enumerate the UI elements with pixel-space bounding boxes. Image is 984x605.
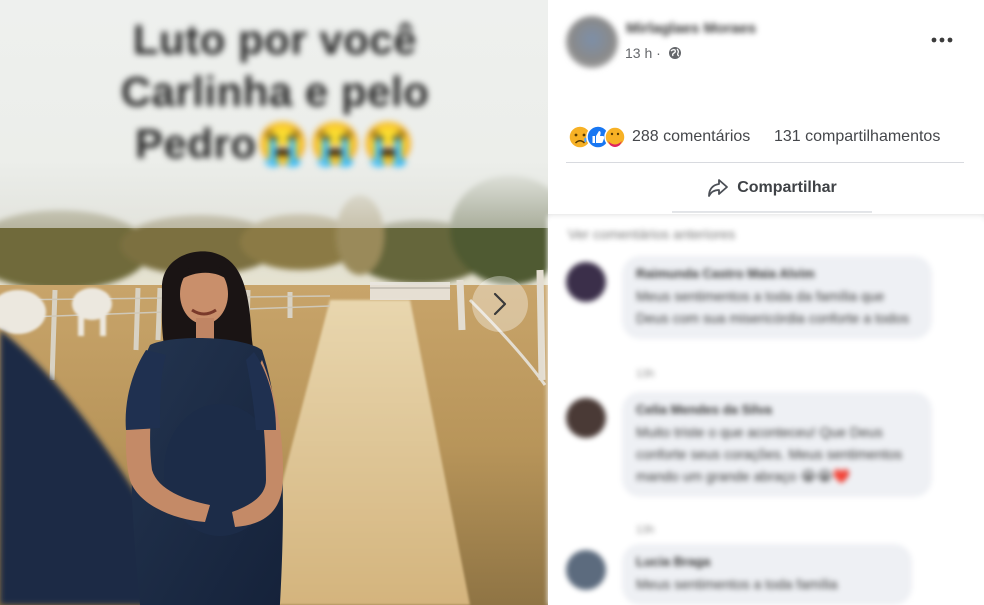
share-button-underline: [672, 211, 872, 213]
share-button-label: Compartilhar: [737, 179, 837, 196]
chevron-right-icon: [493, 292, 507, 316]
comment-meta: 13h: [636, 368, 655, 380]
comment-bubble: Raimunda Castro Maia Alvim Meus sentimen…: [622, 256, 932, 339]
view-previous-comments-link[interactable]: Ver comentários anteriores: [568, 226, 735, 242]
reactions-row: 288 comentários 131 compartilhamentos: [566, 122, 966, 152]
comment-bubble: Lucia Braga Meus sentimentos a toda famí…: [622, 544, 912, 605]
author-name[interactable]: Mirlaglaes Moraes: [626, 20, 756, 37]
caption-line-2: Carlinha e pelo: [120, 68, 430, 115]
post-photo[interactable]: Luto por você Carlinha e pelo Pedro😭😭😭: [0, 0, 548, 605]
comments-section: Ver comentários anteriores Raimunda Cast…: [548, 216, 984, 605]
caption-line-1: Luto por você: [132, 16, 418, 63]
commenter-avatar[interactable]: [566, 398, 606, 438]
more-options-button[interactable]: [926, 28, 958, 52]
globe-icon: [669, 47, 681, 59]
caption-line-3: Pedro😭😭😭: [135, 120, 415, 167]
commenter-avatar[interactable]: [566, 550, 606, 590]
more-horizontal-icon: [931, 37, 953, 43]
comments-count-link[interactable]: 288 comentários: [632, 128, 750, 146]
share-button[interactable]: Compartilhar: [672, 168, 872, 208]
share-arrow-icon: [708, 179, 729, 197]
actions-divider: [566, 162, 964, 163]
commenter-name[interactable]: Lucia Braga: [636, 554, 898, 569]
author-avatar[interactable]: [566, 16, 618, 68]
post-time[interactable]: 13 h ·: [625, 45, 661, 61]
care-reaction-icon: [604, 126, 626, 148]
reaction-icons[interactable]: [568, 124, 628, 150]
next-photo-button[interactable]: [472, 276, 528, 332]
comment-text: Meus sentimentos a toda família: [636, 576, 838, 592]
caption-text: Luto por você Carlinha e pelo Pedro😭😭😭: [90, 14, 460, 170]
comment-meta: 13h: [636, 524, 655, 536]
post-panel: Mirlaglaes Moraes 13 h · 288 comentários…: [548, 0, 984, 605]
comment-text: Muito triste o que aconteceu! Que Deus c…: [636, 424, 903, 484]
commenter-name[interactable]: Celia Mendes da Silva: [636, 402, 918, 417]
comment-text: Meus sentimentos a toda da família que D…: [636, 288, 910, 326]
commenter-name[interactable]: Raimunda Castro Maia Alvim: [636, 266, 918, 281]
commenter-avatar[interactable]: [566, 262, 606, 302]
photo-caption-overlay: Luto por você Carlinha e pelo Pedro😭😭😭: [0, 0, 548, 228]
comment-bubble: Celia Mendes da Silva Muito triste o que…: [622, 392, 932, 497]
shares-count-link[interactable]: 131 compartilhamentos: [774, 128, 940, 146]
post-viewer: Luto por você Carlinha e pelo Pedro😭😭😭 M…: [0, 0, 984, 605]
